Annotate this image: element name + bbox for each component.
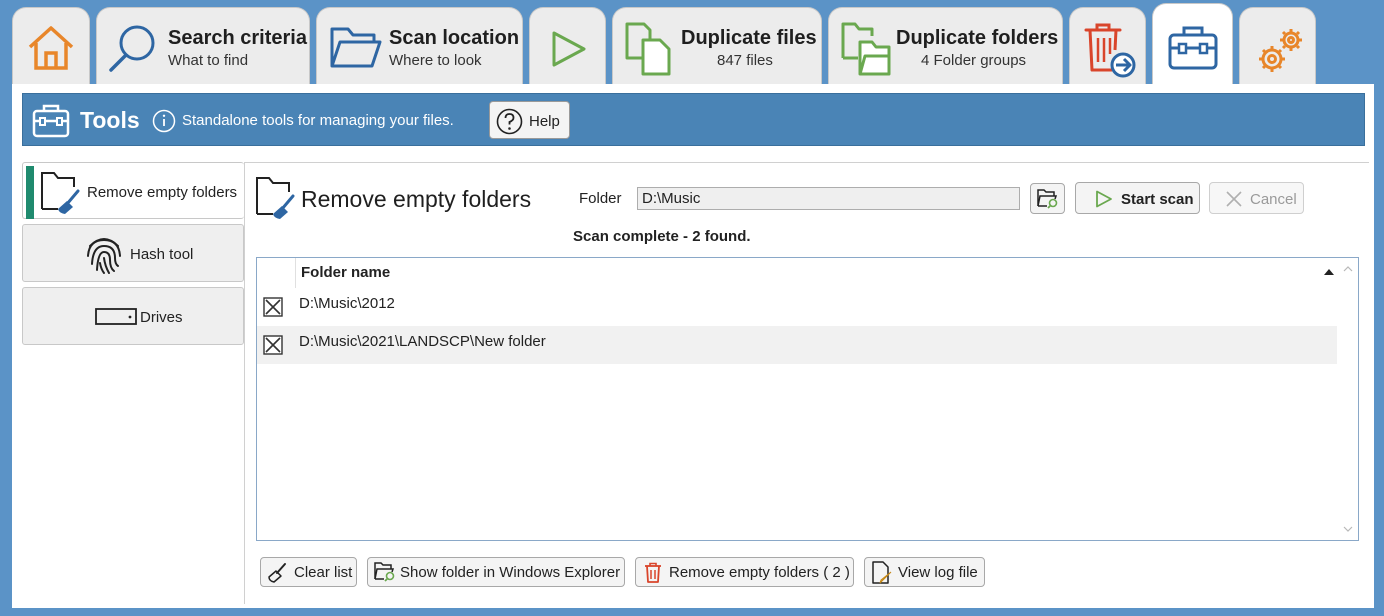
- sidebar-item-remove-empty-folders[interactable]: Remove empty folders: [22, 162, 244, 219]
- help-icon: [496, 108, 523, 135]
- folder-path: D:\Music\2021\LANDSCP\New folder: [299, 333, 546, 350]
- tab-subtitle: 847 files: [717, 52, 773, 69]
- start-scan-button[interactable]: Start scan: [1075, 182, 1200, 214]
- tools-header-bar: Tools Standalone tools for managing your…: [22, 93, 1365, 146]
- show-in-explorer-label: Show folder in Windows Explorer: [400, 564, 621, 581]
- tab-start[interactable]: [529, 7, 606, 84]
- toolbox-icon: [1168, 26, 1218, 70]
- folder-brush-icon: [256, 177, 295, 219]
- gears-icon: [1259, 29, 1302, 72]
- tab-home[interactable]: [12, 7, 90, 84]
- tab-duplicate-files[interactable]: Duplicate files 847 files: [612, 7, 822, 84]
- sidebar-item-hash-tool[interactable]: Hash tool: [22, 224, 244, 282]
- tab-delete-move[interactable]: [1069, 7, 1146, 84]
- tab-subtitle: 4 Folder groups: [921, 52, 1027, 69]
- duplicate-folders-icon: [841, 22, 891, 76]
- view-log-file-button[interactable]: View log file: [864, 557, 985, 587]
- search-icon: [109, 25, 155, 72]
- checkbox-x-icon[interactable]: [263, 335, 283, 355]
- content-title: Remove empty folders: [301, 186, 532, 212]
- tab-scan-location[interactable]: Scan location Where to look: [316, 7, 523, 84]
- header-check-cell: [257, 258, 296, 288]
- tab-title: Duplicate folders: [896, 27, 1059, 49]
- sidebar-divider: [244, 162, 245, 604]
- cancel-label: Cancel: [1250, 191, 1297, 208]
- tab-subtitle: Where to look: [389, 52, 482, 69]
- drive-icon: [95, 308, 137, 325]
- table-row[interactable]: D:\Music\2012: [257, 288, 1337, 326]
- sidebar-item-label: Drives: [140, 309, 183, 326]
- browse-folder-button[interactable]: [1030, 183, 1065, 214]
- eraser-brush-icon: [268, 563, 286, 583]
- folder-path: D:\Music\2012: [299, 295, 395, 312]
- clear-list-label: Clear list: [294, 564, 353, 581]
- trash-icon: [645, 562, 661, 583]
- document-edit-icon: [872, 561, 892, 584]
- sidebar-item-label: Remove empty folders: [87, 184, 238, 201]
- folder-search-icon: [374, 562, 395, 582]
- tools-description: Standalone tools for managing your files…: [182, 112, 454, 129]
- show-in-explorer-button[interactable]: Show folder in Windows Explorer: [367, 557, 625, 587]
- scan-status: Scan complete - 2 found.: [573, 228, 751, 245]
- tab-search-criteria[interactable]: Search criteria What to find: [96, 7, 310, 84]
- duplicate-files-icon: [625, 22, 671, 76]
- active-indicator: [26, 166, 34, 219]
- vertical-scrollbar[interactable]: [1338, 258, 1358, 540]
- folder-icon: [330, 27, 382, 68]
- help-label: Help: [529, 113, 560, 130]
- tab-settings[interactable]: [1239, 7, 1316, 84]
- tab-tools[interactable]: [1152, 3, 1233, 85]
- sidebar-item-label: Hash tool: [130, 246, 194, 263]
- tools-title: Tools: [80, 107, 140, 133]
- clear-list-button[interactable]: Clear list: [260, 557, 357, 587]
- home-icon: [28, 26, 74, 70]
- folder-search-icon: [1037, 189, 1058, 209]
- checkbox-x-icon[interactable]: [263, 297, 283, 317]
- tab-title: Duplicate files: [681, 27, 817, 49]
- toolbox-icon: [32, 104, 70, 138]
- play-icon: [1096, 190, 1112, 208]
- help-button[interactable]: Help: [489, 101, 570, 139]
- scroll-up-icon: [1343, 266, 1353, 272]
- sidebar-item-drives[interactable]: Drives: [22, 287, 244, 345]
- column-header-folder-name[interactable]: Folder name: [301, 264, 390, 281]
- close-icon: [1226, 191, 1242, 207]
- folder-label: Folder: [579, 190, 622, 207]
- sort-ascending-icon: [1324, 269, 1334, 275]
- info-icon: [152, 109, 176, 133]
- fingerprint-icon: [87, 238, 121, 274]
- tab-subtitle: What to find: [168, 52, 249, 69]
- table-row[interactable]: D:\Music\2021\LANDSCP\New folder: [257, 326, 1337, 364]
- remove-empty-folders-button[interactable]: Remove empty folders ( 2 ): [635, 557, 854, 587]
- content-divider: [244, 162, 1369, 163]
- play-icon: [552, 31, 586, 67]
- cancel-button[interactable]: Cancel: [1209, 182, 1304, 214]
- view-log-file-label: View log file: [898, 564, 978, 581]
- tab-title: Scan location: [389, 27, 520, 49]
- start-scan-label: Start scan: [1121, 191, 1194, 208]
- tab-duplicate-folders[interactable]: Duplicate folders 4 Folder groups: [828, 7, 1063, 84]
- remove-empty-folders-label: Remove empty folders ( 2 ): [669, 564, 850, 581]
- scroll-down-icon: [1343, 526, 1353, 532]
- folder-brush-icon: [41, 172, 80, 214]
- trash-move-icon: [1084, 23, 1136, 78]
- tab-title: Search criteria: [168, 27, 307, 49]
- folder-input[interactable]: D:\Music: [637, 187, 1020, 210]
